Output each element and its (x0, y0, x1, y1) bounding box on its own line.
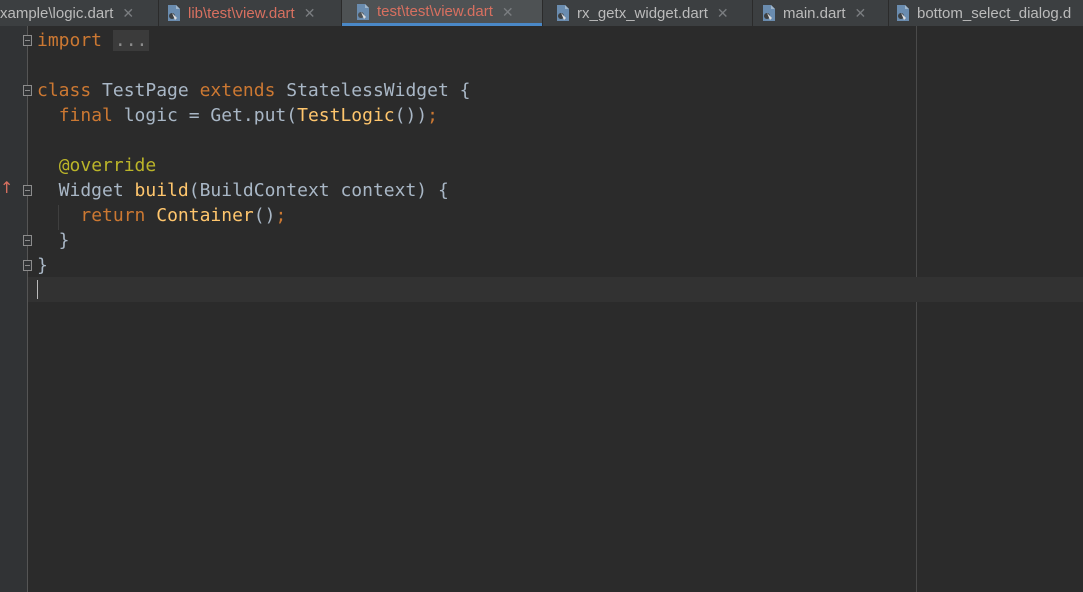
tab-separator (888, 0, 889, 26)
code-token: ; (427, 105, 439, 126)
tab-logic-dart[interactable]: xample\logic.dart ✕ (0, 0, 134, 26)
fold-collapse-icon[interactable] (23, 185, 32, 196)
code-token: build (134, 180, 189, 201)
dart-file-icon (166, 4, 182, 22)
code-editor[interactable]: import ... class TestPage extends Statel… (37, 28, 471, 303)
close-icon[interactable]: ✕ (855, 6, 867, 20)
code-token: (BuildContext context) { (188, 180, 449, 201)
code-token: logic = Get.put( (112, 105, 298, 126)
code-token: } (37, 230, 70, 251)
tab-main-dart[interactable]: main.dart ✕ (761, 0, 866, 26)
close-icon[interactable]: ✕ (304, 6, 316, 20)
code-token: StatelessWidget { (275, 80, 471, 101)
dart-file-icon (355, 3, 371, 21)
code-token: class (37, 80, 92, 101)
code-token: () (253, 205, 276, 226)
code-token: Container (156, 205, 254, 226)
close-icon[interactable]: ✕ (717, 6, 729, 20)
code-token: ; (275, 205, 287, 226)
code-token: Widget (37, 180, 135, 201)
tab-lib-test-view-dart[interactable]: lib\test\view.dart ✕ (166, 0, 315, 26)
tab-separator (752, 0, 753, 26)
tab-label: lib\test\view.dart (188, 4, 295, 22)
fold-expand-icon[interactable] (23, 35, 32, 46)
tab-label: main.dart (783, 4, 846, 22)
tab-label: test\test\view.dart (377, 3, 493, 20)
code-line[interactable] (37, 278, 471, 303)
tab-bottom-select-dialog-dart[interactable]: bottom_select_dialog.d (895, 0, 1071, 26)
override-method-icon[interactable]: ↑ (0, 180, 13, 196)
fold-collapse-icon[interactable] (23, 85, 32, 96)
close-icon[interactable]: ✕ (122, 6, 134, 20)
code-line[interactable]: import ... (37, 28, 471, 53)
tab-separator (158, 0, 159, 26)
tab-label: rx_getx_widget.dart (577, 4, 708, 22)
close-icon[interactable]: ✕ (502, 5, 514, 19)
code-line[interactable]: @override (37, 153, 471, 178)
editor-tab-bar: xample\logic.dart ✕ lib\test\view.dart ✕ (0, 0, 1083, 26)
tab-separator (542, 0, 543, 26)
code-token: extends (199, 80, 276, 101)
ide-window: xample\logic.dart ✕ lib\test\view.dart ✕ (0, 0, 1083, 592)
code-token: @override (58, 155, 157, 176)
code-line[interactable]: class TestPage extends StatelessWidget { (37, 78, 471, 103)
code-token: ()) (394, 105, 428, 126)
code-token: import (37, 30, 103, 51)
editor-gutter[interactable] (0, 26, 28, 592)
tab-label: bottom_select_dialog.d (917, 4, 1072, 22)
code-line[interactable]: } (37, 253, 471, 278)
code-line[interactable]: } (37, 228, 471, 253)
code-token: TestPage (91, 80, 200, 101)
dart-file-icon (555, 4, 571, 22)
fold-end-icon[interactable] (23, 235, 32, 246)
code-token: final (58, 105, 113, 126)
code-line[interactable] (37, 53, 471, 78)
code-token: TestLogic (297, 105, 395, 126)
tab-test-test-view-dart[interactable]: test\test\view.dart ✕ (342, 0, 542, 26)
code-line[interactable]: final logic = Get.put(TestLogic()); (37, 103, 471, 128)
code-token: } (37, 255, 48, 276)
code-token: return (80, 205, 146, 226)
tab-rx-getx-widget-dart[interactable]: rx_getx_widget.dart ✕ (555, 0, 729, 26)
dart-file-icon (761, 4, 777, 22)
code-line[interactable]: return Container(); (37, 203, 471, 228)
dart-file-icon (895, 4, 911, 22)
fold-end-icon[interactable] (23, 260, 32, 271)
code-line[interactable] (37, 128, 471, 153)
tab-label: xample\logic.dart (0, 4, 114, 22)
folded-region[interactable]: ... (112, 30, 150, 51)
code-line[interactable]: Widget build(BuildContext context) { (37, 178, 471, 203)
right-margin-guide (916, 26, 917, 592)
